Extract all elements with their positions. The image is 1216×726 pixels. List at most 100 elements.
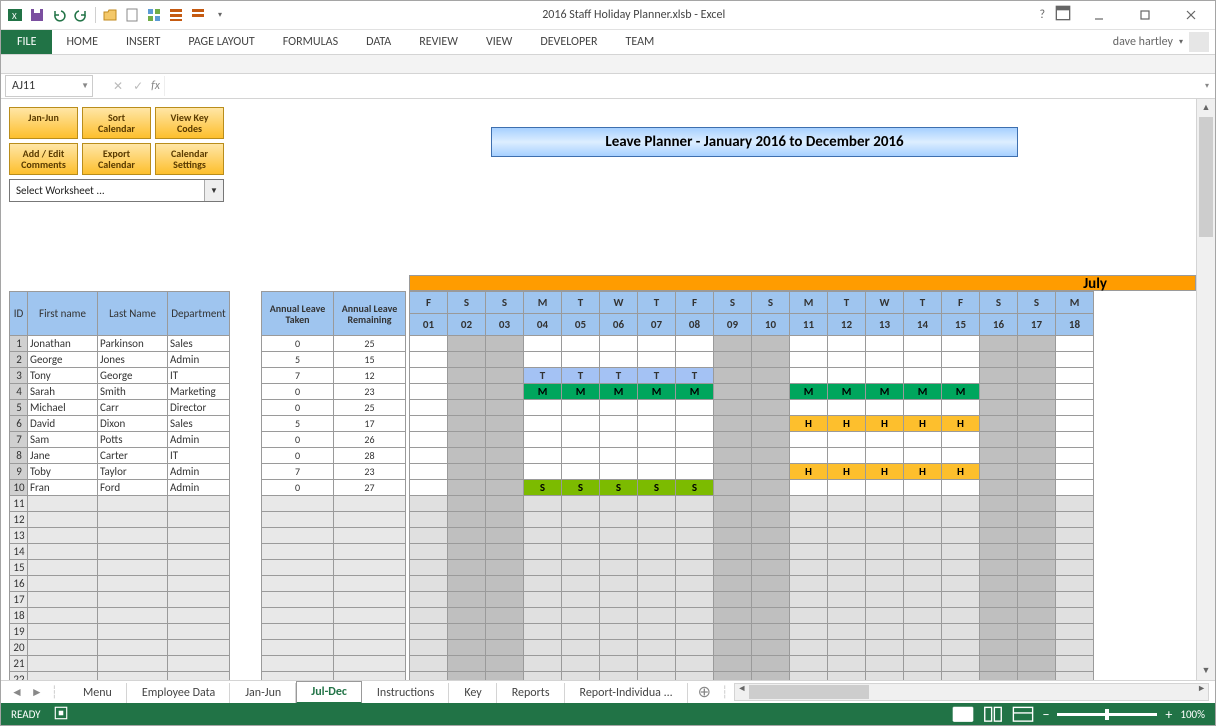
calendar-cell[interactable] — [486, 464, 524, 480]
calendar-cell[interactable] — [828, 528, 866, 544]
calendar-cell[interactable] — [562, 672, 600, 681]
sheet-tab-key[interactable]: Key — [449, 683, 496, 703]
calendar-cell[interactable] — [714, 528, 752, 544]
calendar-cell[interactable] — [524, 512, 562, 528]
calendar-cell[interactable] — [980, 432, 1018, 448]
calendar-cell[interactable] — [1018, 432, 1056, 448]
cell-lastname[interactable]: Carter — [98, 448, 168, 464]
calendar-cell[interactable] — [942, 544, 980, 560]
cell-dept[interactable]: Admin — [168, 352, 230, 368]
cell-firstname[interactable]: Jonathan — [28, 336, 98, 352]
open-icon[interactable] — [102, 7, 118, 23]
calendar-cell[interactable] — [448, 656, 486, 672]
sheet-tab-jan-jun[interactable]: Jan-Jun — [230, 683, 296, 703]
cell-id[interactable]: 20 — [10, 640, 28, 656]
calendar-cell[interactable]: M — [866, 384, 904, 400]
cell-id[interactable]: 3 — [10, 368, 28, 384]
calendar-cell[interactable]: H — [904, 416, 942, 432]
calendar-cell[interactable] — [904, 528, 942, 544]
table-row[interactable]: 023 — [262, 384, 406, 400]
calendar-cell[interactable] — [600, 640, 638, 656]
table-row[interactable]: 7SamPottsAdmin — [10, 432, 230, 448]
vertical-scrollbar[interactable]: ▲ ▼ — [1196, 99, 1215, 680]
calendar-cell[interactable] — [980, 496, 1018, 512]
calendar-cell[interactable] — [638, 512, 676, 528]
enter-icon[interactable]: ✓ — [133, 79, 143, 94]
calendar-cell[interactable] — [410, 496, 448, 512]
calendar-cell[interactable] — [904, 624, 942, 640]
calendar-cell[interactable] — [828, 496, 866, 512]
calendar-cell[interactable] — [638, 544, 676, 560]
macro-export-calendar[interactable]: ExportCalendar — [82, 143, 151, 175]
page-break-view-button[interactable] — [1012, 706, 1034, 722]
calendar-cell[interactable] — [790, 560, 828, 576]
cell-id[interactable]: 2 — [10, 352, 28, 368]
calendar-cell[interactable]: S — [638, 480, 676, 496]
table-row[interactable]: 3TonyGeorgeIT — [10, 368, 230, 384]
calendar-cell[interactable] — [486, 336, 524, 352]
calendar-cell[interactable] — [486, 480, 524, 496]
table-row[interactable]: 027 — [262, 480, 406, 496]
calendar-cell[interactable] — [942, 512, 980, 528]
calendar-cell[interactable] — [410, 432, 448, 448]
calendar-cell[interactable] — [1018, 592, 1056, 608]
calendar-cell[interactable] — [1018, 384, 1056, 400]
calendar-cell[interactable] — [410, 656, 448, 672]
cell-alt[interactable]: 0 — [262, 400, 334, 416]
calendar-cell[interactable] — [980, 400, 1018, 416]
calendar-cell[interactable] — [942, 400, 980, 416]
calendar-cell[interactable] — [562, 432, 600, 448]
calendar-cell[interactable] — [980, 416, 1018, 432]
calendar-cell[interactable] — [676, 576, 714, 592]
sheet-tab-employee-data[interactable]: Employee Data — [127, 683, 230, 703]
zoom-slider[interactable] — [1057, 713, 1157, 716]
table-row[interactable]: 5MichaelCarrDirector — [10, 400, 230, 416]
calendar-cell[interactable] — [714, 592, 752, 608]
zoom-level[interactable]: 100% — [1180, 708, 1205, 721]
calendar-cell[interactable] — [1018, 576, 1056, 592]
calendar-cell[interactable] — [1018, 528, 1056, 544]
calendar-cell[interactable] — [980, 480, 1018, 496]
cell-id[interactable]: 12 — [10, 512, 28, 528]
close-button[interactable] — [1173, 1, 1209, 29]
table-row[interactable]: 19 — [10, 624, 230, 640]
cell-alt[interactable]: 7 — [262, 368, 334, 384]
cell-dept[interactable]: Admin — [168, 432, 230, 448]
fx-icon[interactable]: fx — [151, 79, 160, 93]
calendar-cell[interactable] — [904, 496, 942, 512]
calendar-cell[interactable] — [676, 448, 714, 464]
calendar-cell[interactable] — [562, 656, 600, 672]
calendar-cell[interactable] — [448, 368, 486, 384]
calendar-cell[interactable] — [942, 624, 980, 640]
calendar-cell[interactable] — [1018, 416, 1056, 432]
cancel-icon[interactable]: ✕ — [113, 79, 123, 94]
calendar-cell[interactable] — [790, 640, 828, 656]
calendar-cell[interactable] — [638, 592, 676, 608]
formula-input[interactable] — [164, 76, 1199, 96]
table-row[interactable]: 028 — [262, 448, 406, 464]
table-row[interactable] — [262, 592, 406, 608]
calendar-cell[interactable] — [486, 416, 524, 432]
worksheet-selector[interactable]: Select Worksheet ... ▼ — [9, 179, 224, 202]
calendar-cell[interactable] — [638, 416, 676, 432]
maximize-button[interactable] — [1127, 1, 1163, 29]
calendar-cell[interactable] — [676, 352, 714, 368]
calendar-cell[interactable] — [600, 576, 638, 592]
calendar-cell[interactable] — [1018, 368, 1056, 384]
cell-alr[interactable]: 15 — [334, 352, 406, 368]
calendar-cell[interactable] — [524, 544, 562, 560]
dropdown-icon[interactable]: ▼ — [81, 81, 89, 91]
ribbon-tab-team[interactable]: TEAM — [612, 30, 669, 54]
calendar-cell[interactable] — [524, 656, 562, 672]
calendar-cell[interactable] — [942, 640, 980, 656]
calendar-cell[interactable] — [828, 432, 866, 448]
calendar-cell[interactable] — [866, 496, 904, 512]
calendar-cell[interactable] — [486, 576, 524, 592]
calendar-cell[interactable] — [828, 592, 866, 608]
calendar-cell[interactable]: M — [638, 384, 676, 400]
calendar-cell[interactable] — [828, 400, 866, 416]
cell-lastname[interactable]: Smith — [98, 384, 168, 400]
calendar-cell[interactable] — [410, 576, 448, 592]
calendar-cell[interactable] — [600, 592, 638, 608]
calendar-cell[interactable] — [562, 560, 600, 576]
